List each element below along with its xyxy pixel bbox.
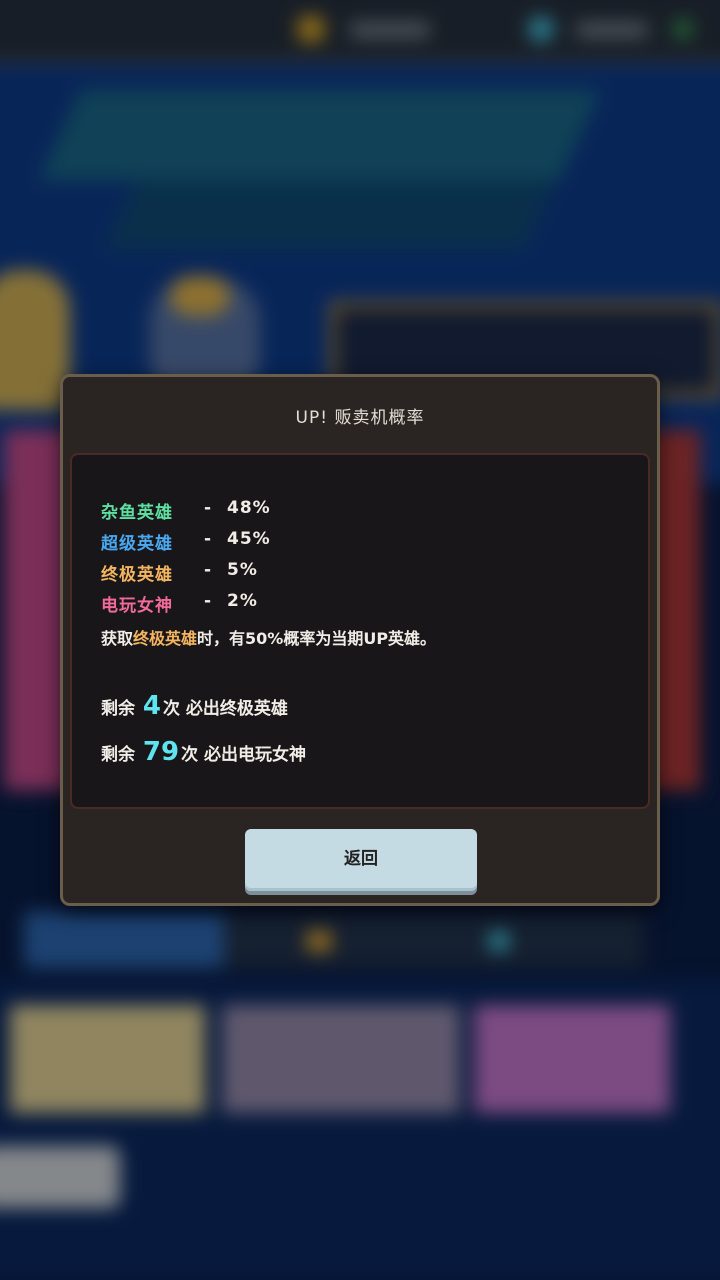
pity-prefix: 剩余: [101, 745, 135, 765]
note-prefix: 获取: [101, 629, 134, 648]
pity-prefix: 剩余: [101, 699, 135, 719]
rate-dash: -: [204, 560, 213, 580]
pity-ultimate: 剩余 4次 必出终极英雄: [101, 691, 288, 721]
pity-count: 4: [142, 691, 162, 721]
rate-name: 电玩女神: [101, 596, 173, 616]
dialog-title: UP! 贩卖机概率: [295, 408, 425, 428]
pity-goddess: 剩余 79 次 必出电玩女神: [101, 737, 306, 767]
rate-name: 超级英雄: [101, 534, 173, 554]
rate-value: 48%: [227, 498, 271, 518]
pity-suffix: 次 必出终极英雄: [163, 699, 288, 719]
rate-name: 杂鱼英雄: [101, 503, 173, 523]
note-highlight: 终极英雄: [133, 629, 198, 648]
rate-value: 2%: [227, 591, 258, 611]
pity-suffix: 次 必出电玩女神: [181, 745, 307, 765]
pity-count: 79: [142, 737, 180, 767]
rate-value: 45%: [227, 529, 271, 549]
back-button[interactable]: 返回: [245, 829, 477, 891]
probability-dialog: UP! 贩卖机概率 杂鱼英雄 - 48% 超级英雄 - 45% 终极英雄 - 5…: [60, 374, 660, 906]
rate-dash: -: [204, 529, 213, 549]
rates-panel: 杂鱼英雄 - 48% 超级英雄 - 45% 终极英雄 - 5% 电玩女神 - 2…: [70, 453, 650, 809]
rate-dash: -: [204, 591, 213, 611]
rate-dash: -: [204, 498, 213, 518]
note-suffix: 时，有50%概率为当期UP英雄。: [197, 629, 437, 648]
up-note: 获取终极英雄时，有50%概率为当期UP英雄。: [101, 625, 436, 649]
rate-value: 5%: [227, 560, 258, 580]
rate-name: 终极英雄: [101, 565, 173, 585]
